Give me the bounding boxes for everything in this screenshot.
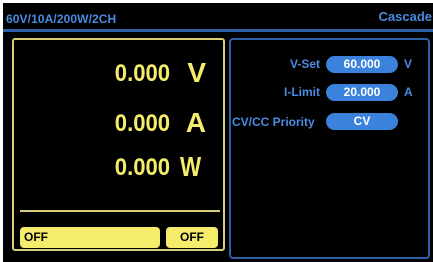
priority-label: CV/CC Priority — [232, 115, 315, 129]
power-supply-screen: 60V/10A/200W/2CH Cascade 0.000 V 0.000 A… — [0, 0, 433, 262]
power-value: 0.000 — [114, 154, 170, 181]
ilimit-label: I-Limit — [284, 85, 320, 99]
ilimit-unit: A — [404, 85, 413, 99]
status-header: 60V/10A/200W/2CH Cascade — [3, 3, 433, 32]
current-reading: 0.000 A — [14, 107, 214, 150]
vset-unit: V — [404, 57, 413, 71]
vset-label: V-Set — [289, 57, 320, 71]
mode-label: Cascade — [378, 9, 432, 24]
panel-divider — [20, 210, 220, 212]
settings-panel: V-Set 60.000 V I-Limit 20.000 A CV/CC Pr… — [229, 38, 430, 259]
priority-field[interactable]: CV — [326, 113, 398, 130]
voltage-reading: 0.000 V — [14, 57, 214, 100]
output-status-bar: OFF — [20, 227, 160, 248]
power-reading: 0.000 W — [14, 151, 214, 194]
current-unit: A — [185, 107, 206, 138]
power-unit: W — [179, 151, 201, 182]
voltage-unit: V — [187, 57, 206, 88]
measurement-panel: 0.000 V 0.000 A 0.000 W OFF OFF — [12, 38, 225, 251]
vset-field[interactable]: 60.000 — [326, 56, 398, 73]
current-value: 0.000 — [114, 110, 170, 137]
ilimit-field[interactable]: 20.000 — [326, 84, 398, 101]
output-off-button[interactable]: OFF — [166, 227, 218, 248]
voltage-value: 0.000 — [114, 60, 170, 87]
model-label: 60V/10A/200W/2CH — [6, 12, 117, 26]
